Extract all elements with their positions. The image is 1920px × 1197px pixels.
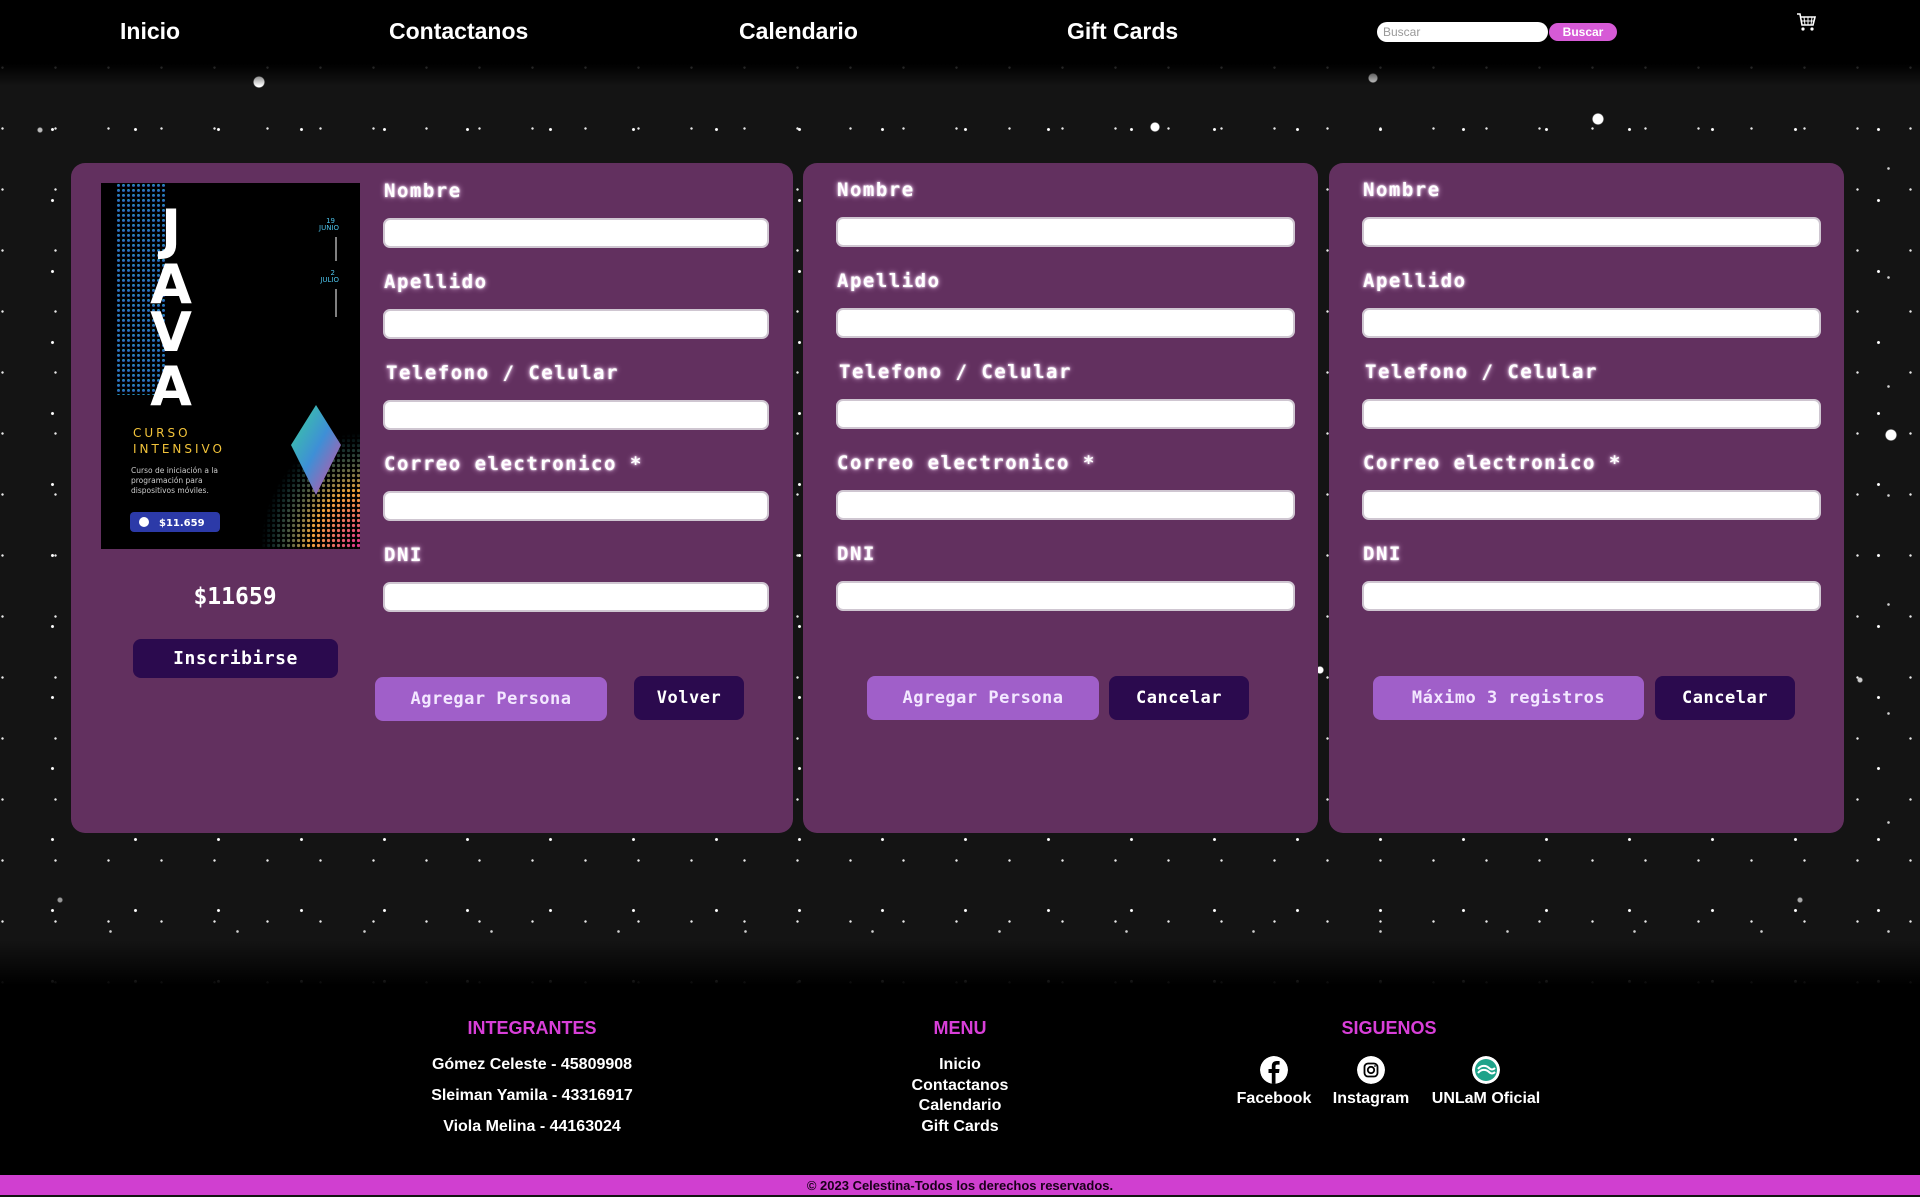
poster-letter: J [157,198,181,261]
telefono-field[interactable] [836,399,1295,429]
label-apellido: Apellido [837,270,941,292]
member-item: Viola Melina - 44163024 [443,1118,621,1135]
copyright-bar: © 2023 Celestina-Todos los derechos rese… [0,1175,1920,1195]
poster-subtitle-line2: INTENSIVO [133,442,225,456]
label-dni: DNI [384,544,423,566]
footer-menu-inicio[interactable]: Inicio [860,1056,1060,1074]
apellido-field[interactable] [383,309,769,339]
add-person-button[interactable]: Agregar Persona [375,677,607,721]
poster-letter: A [150,355,192,418]
label-dni: DNI [837,543,876,565]
cancel-button[interactable]: Cancelar [1109,676,1249,720]
nav-link-inicio[interactable]: Inicio [120,18,180,45]
footer-menu-calendario[interactable]: Calendario [860,1097,1060,1115]
label-correo: Correo electronico * [837,452,1096,474]
instagram-icon[interactable] [1357,1056,1385,1084]
unlam-label[interactable]: UNLaM Oficial [1406,1090,1566,1108]
footer-menu-gift-cards[interactable]: Gift Cards [860,1118,1060,1136]
poster-art: J A V A 19 JUNIO 2 JULIO CURSO INTENSIVO… [101,183,360,549]
poster-price-badge: $11.659 [159,518,205,529]
facebook-icon[interactable] [1260,1056,1288,1084]
label-nombre: Nombre [837,179,915,201]
nav-link-calendario[interactable]: Calendario [739,18,858,45]
back-button[interactable]: Volver [634,676,744,720]
add-person-button[interactable]: Agregar Persona [867,676,1099,720]
correo-field[interactable] [836,490,1295,520]
telefono-field[interactable] [383,400,769,430]
search-input[interactable]: Buscar [1377,22,1548,42]
poster-date2-month: JULIO [319,276,339,284]
menu-heading: MENU [933,1018,987,1038]
label-telefono: Telefono / Celular [386,362,619,384]
member-item: Sleiman Yamila - 43316917 [431,1087,633,1104]
correo-field[interactable] [1362,490,1821,520]
poster-desc-line1: Curso de iniciación a la [131,466,218,475]
label-telefono: Telefono / Celular [839,361,1072,383]
top-navigation-bar: Inicio Contactanos Calendario Gift Cards… [0,0,1920,86]
nombre-field[interactable] [1362,217,1821,247]
label-dni: DNI [1363,543,1402,565]
nombre-field[interactable] [836,217,1295,247]
poster-desc-line3: dispositivos móviles. [131,486,209,495]
nav-link-gift-cards[interactable]: Gift Cards [1067,18,1178,45]
dni-field[interactable] [836,581,1295,611]
label-apellido: Apellido [384,271,488,293]
label-nombre: Nombre [1363,179,1441,201]
search-button[interactable]: Buscar [1549,23,1617,41]
telefono-field[interactable] [1362,399,1821,429]
apellido-field[interactable] [836,308,1295,338]
enroll-button[interactable]: Inscribirse [133,639,338,678]
label-correo: Correo electronico * [384,453,643,475]
dni-field[interactable] [383,582,769,612]
course-price: $11659 [193,584,277,610]
course-poster-image: J A V A 19 JUNIO 2 JULIO CURSO INTENSIVO… [101,183,360,549]
footer-fade [0,940,1920,985]
members-heading: INTEGRANTES [467,1018,597,1038]
nav-link-contactanos[interactable]: Contactanos [389,18,528,45]
apellido-field[interactable] [1362,308,1821,338]
poster-subtitle-line1: CURSO [133,426,191,440]
cancel-button[interactable]: Cancelar [1655,676,1795,720]
poster-date1-month: JUNIO [318,224,339,232]
poster-desc-line2: programación para [131,476,203,485]
max-registrations-button[interactable]: Máximo 3 registros [1373,676,1644,720]
social-heading: SIGUENOS [1341,1018,1437,1038]
dni-field[interactable] [1362,581,1821,611]
member-item: Gómez Celeste - 45809908 [431,1056,633,1073]
nombre-field[interactable] [383,218,769,248]
cart-icon[interactable] [1795,11,1817,33]
label-nombre: Nombre [384,180,462,202]
label-telefono: Telefono / Celular [1365,361,1598,383]
footer-menu-contactanos[interactable]: Contactanos [860,1077,1060,1095]
label-apellido: Apellido [1363,270,1467,292]
correo-field[interactable] [383,491,769,521]
unlam-icon[interactable] [1472,1056,1500,1084]
label-correo: Correo electronico * [1363,452,1622,474]
